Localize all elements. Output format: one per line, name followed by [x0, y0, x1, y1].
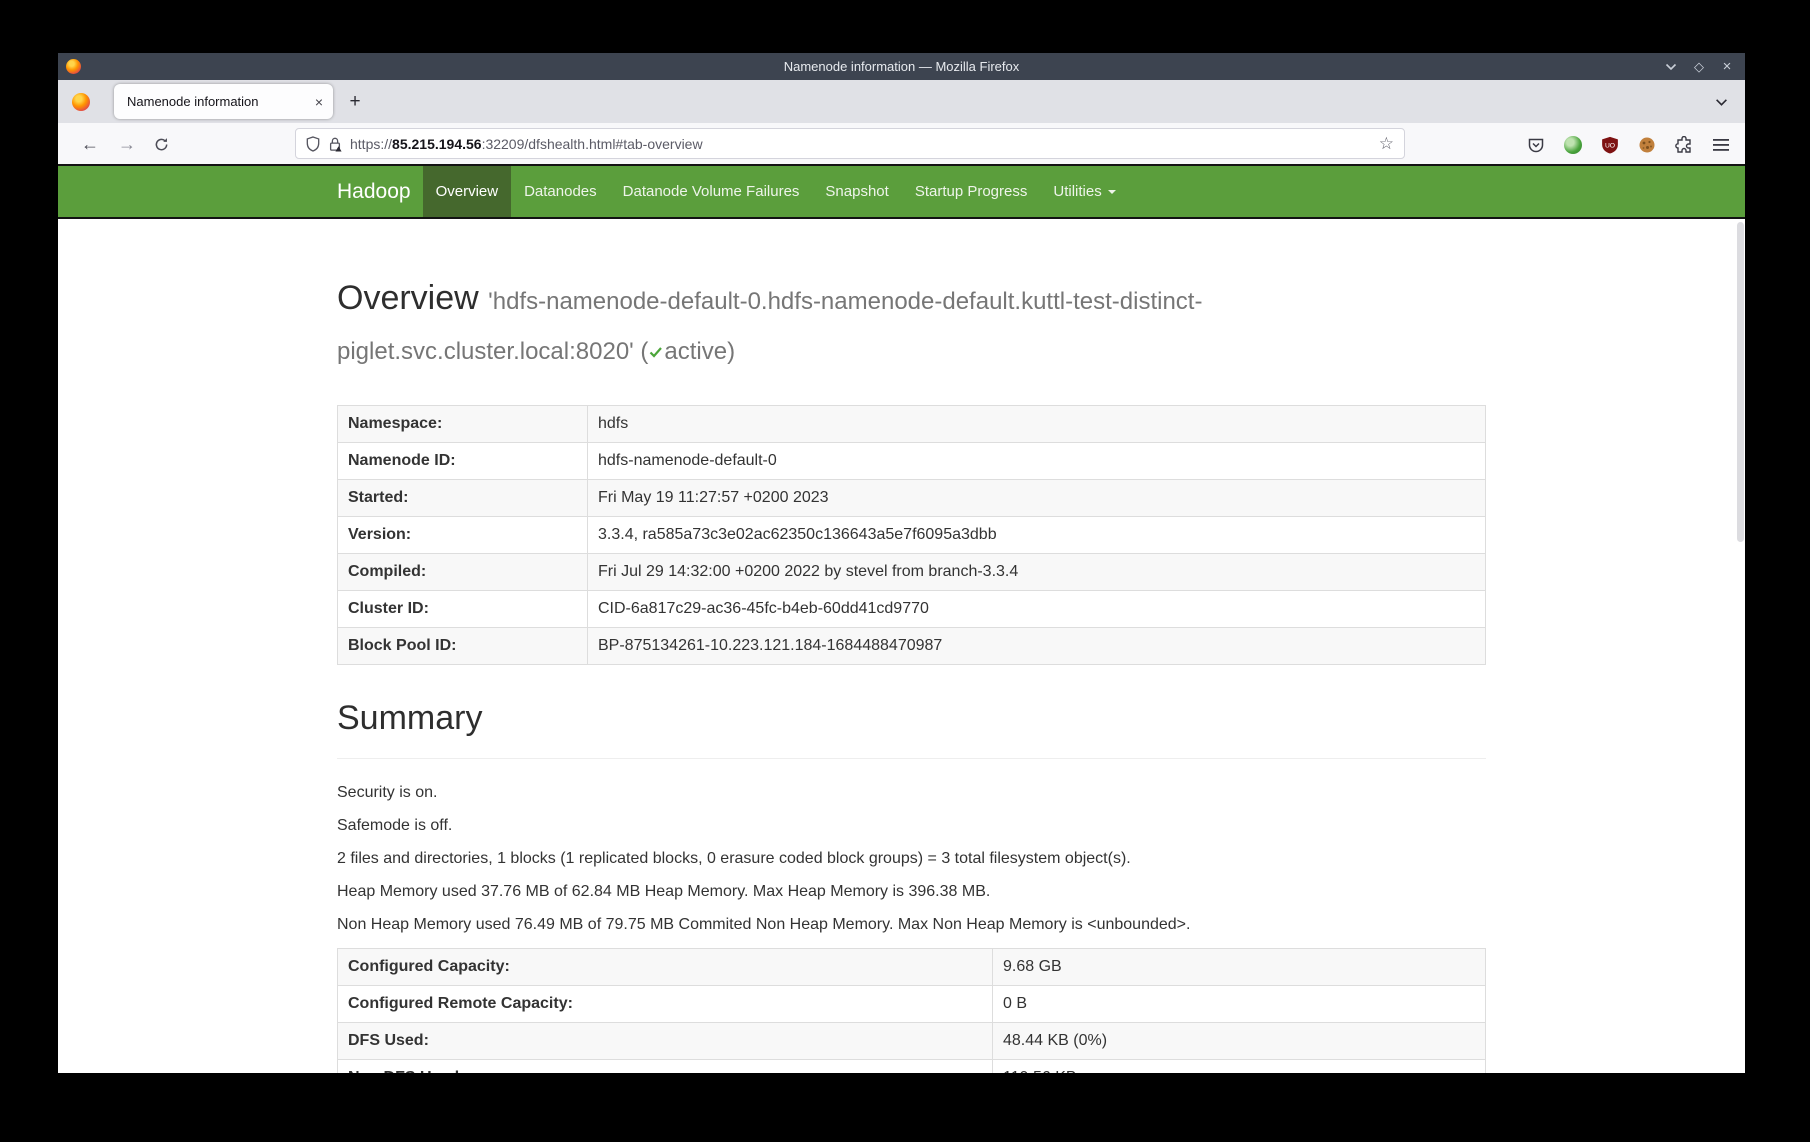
summary-line: Heap Memory used 37.76 MB of 62.84 MB He…	[337, 882, 1486, 902]
tab-snapshot[interactable]: Snapshot	[812, 166, 901, 217]
window-title: Namenode information — Mozilla Firefox	[58, 59, 1745, 74]
table-row: Configured Capacity:9.68 GB	[338, 949, 1486, 986]
tab-startup-progress[interactable]: Startup Progress	[902, 166, 1041, 217]
navigation-toolbar: ← → https://85.215.194.56:32209/dfshealt…	[58, 123, 1745, 166]
table-row: Namespace:hdfs	[338, 406, 1486, 443]
ublock-origin-icon[interactable]: UO	[1598, 133, 1622, 157]
table-row: Cluster ID:CID-6a817c29-ac36-45fc-b4eb-6…	[338, 591, 1486, 628]
browser-window: Namenode information — Mozilla Firefox ◇…	[58, 53, 1745, 1073]
summary-line: Safemode is off.	[337, 816, 1486, 836]
window-controls: ◇ ×	[1661, 53, 1737, 80]
tab-datanodes[interactable]: Datanodes	[511, 166, 610, 217]
page-viewport: Overview 'hdfs-namenode-default-0.hdfs-n…	[58, 219, 1745, 1073]
minimize-button[interactable]	[1661, 57, 1681, 77]
ublock-letters: UO	[1605, 142, 1615, 149]
url-text: https://85.215.194.56:32209/dfshealth.ht…	[350, 136, 1371, 152]
table-row: Compiled:Fri Jul 29 14:32:00 +0200 2022 …	[338, 554, 1486, 591]
table-row: Non DFS Used:119.56 KB	[338, 1060, 1486, 1074]
new-tab-button[interactable]: +	[341, 88, 369, 116]
status-active: active	[664, 338, 727, 365]
cookie-icon[interactable]	[1635, 133, 1659, 157]
chevron-down-icon	[1665, 63, 1677, 71]
table-row: Configured Remote Capacity:0 B	[338, 986, 1486, 1023]
url-path: :32209/dfshealth.html#tab-overview	[482, 136, 703, 152]
forward-button[interactable]: →	[113, 130, 141, 158]
navbar-brand-hadoop[interactable]: Hadoop	[337, 166, 411, 217]
pocket-icon[interactable]	[1524, 133, 1548, 157]
maximize-button[interactable]: ◇	[1689, 57, 1709, 77]
shield-icon[interactable]	[306, 136, 320, 152]
table-row: Namenode ID:hdfs-namenode-default-0	[338, 443, 1486, 480]
menu-hamburger-icon[interactable]	[1709, 133, 1733, 157]
tab-datanode-volume-failures[interactable]: Datanode Volume Failures	[610, 166, 813, 217]
active-check-icon	[648, 344, 664, 360]
url-bar[interactable]: https://85.215.194.56:32209/dfshealth.ht…	[295, 128, 1405, 159]
tab-title: Namenode information	[114, 94, 305, 109]
summary-line: Non Heap Memory used 76.49 MB of 79.75 M…	[337, 915, 1486, 935]
reload-icon	[154, 137, 169, 152]
capacity-table: Configured Capacity:9.68 GB Configured R…	[337, 948, 1486, 1073]
tab-utilities-dropdown[interactable]: Utilities	[1040, 166, 1128, 217]
namenode-host: 'hdfs-namenode-default-0.hdfs-namenode-d…	[488, 288, 1202, 315]
titlebar: Namenode information — Mozilla Firefox ◇…	[58, 53, 1745, 80]
chevron-down-icon	[1715, 98, 1728, 107]
divider	[337, 758, 1486, 759]
table-row: Started:Fri May 19 11:27:57 +0200 2023	[338, 480, 1486, 517]
page-title: Overview 'hdfs-namenode-default-0.hdfs-n…	[337, 219, 1486, 375]
table-row: Block Pool ID:BP-875134261-10.223.121.18…	[338, 628, 1486, 665]
summary-line: 2 files and directories, 1 blocks (1 rep…	[337, 849, 1486, 869]
scrollbar-thumb[interactable]	[1737, 222, 1744, 542]
back-button[interactable]: ←	[76, 130, 104, 158]
reload-button[interactable]	[147, 130, 175, 158]
extensions-puzzle-icon[interactable]	[1672, 133, 1696, 157]
table-row: Version:3.3.4, ra585a73c3e02ac62350c1366…	[338, 517, 1486, 554]
summary-line: Security is on.	[337, 783, 1486, 803]
namenode-info-table: Namespace:hdfs Namenode ID:hdfs-namenode…	[337, 405, 1486, 665]
tab-close-icon[interactable]: ×	[305, 94, 333, 110]
url-scheme: https://	[350, 136, 392, 152]
browser-tab[interactable]: Namenode information ×	[114, 84, 333, 119]
tab-overview[interactable]: Overview	[423, 166, 512, 217]
summary-heading: Summary	[337, 695, 1486, 742]
url-domain: 85.215.194.56	[392, 136, 482, 152]
hadoop-navbar: Hadoop Overview Datanodes Datanode Volum…	[58, 166, 1745, 219]
tab-strip: Namenode information × +	[58, 80, 1745, 123]
list-tabs-button[interactable]	[1709, 90, 1733, 114]
lock-warning-icon[interactable]	[328, 136, 342, 152]
firefox-view-icon[interactable]	[72, 93, 90, 111]
table-row: DFS Used:48.44 KB (0%)	[338, 1023, 1486, 1060]
close-button[interactable]: ×	[1717, 57, 1737, 77]
utilities-caret-icon	[1108, 190, 1116, 194]
extension-cluster: UO	[1524, 123, 1733, 166]
bookmark-star-icon[interactable]: ☆	[1379, 134, 1394, 154]
extension-green-icon[interactable]	[1561, 133, 1585, 157]
